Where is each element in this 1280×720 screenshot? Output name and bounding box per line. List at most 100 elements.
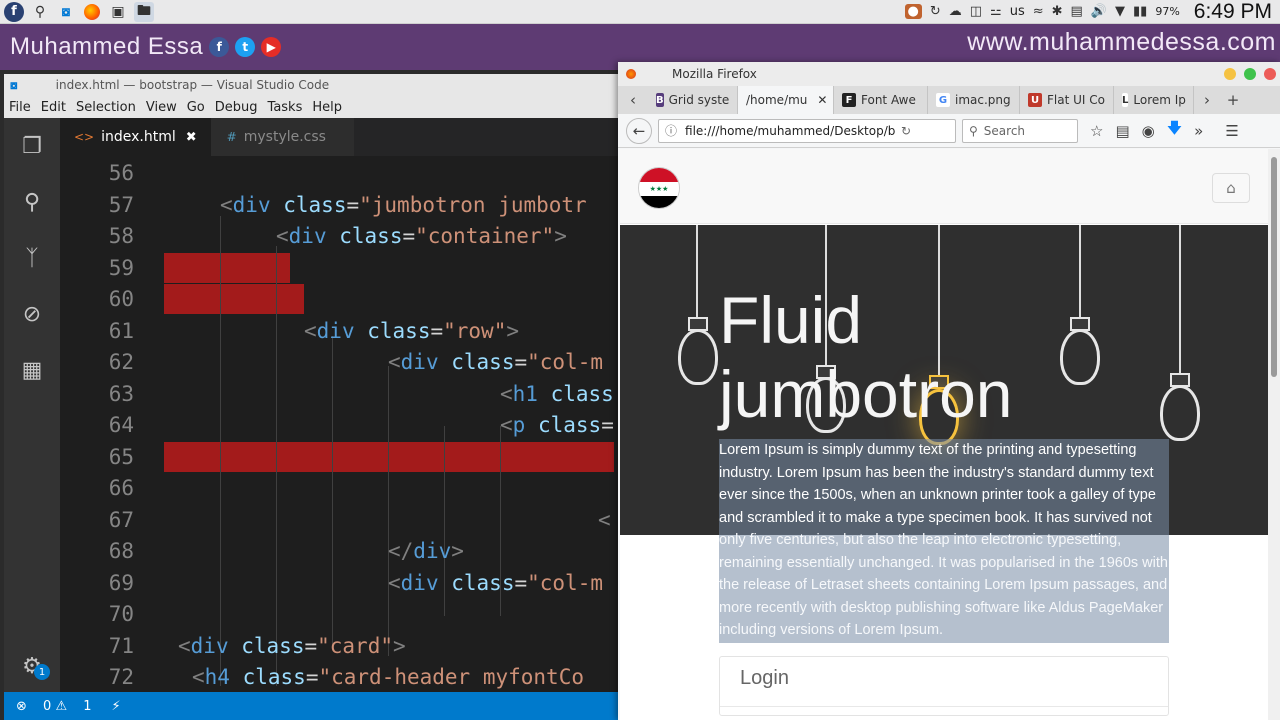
pocket-icon[interactable]: ◉	[1142, 122, 1155, 140]
update-icon[interactable]: ↻	[930, 4, 941, 19]
font-awesome-favicon-icon: F	[842, 93, 856, 107]
url-bar[interactable]: ⓘ file:///home/muhammed/Desktop/bo ↻	[658, 118, 956, 143]
tab-label: index.html	[101, 129, 176, 145]
search-icon[interactable]: ⚲	[30, 2, 50, 22]
source-control-icon[interactable]: ᛉ	[18, 244, 46, 272]
info-icon[interactable]: ⓘ	[665, 122, 677, 139]
system-top-bar: f ⚲ ⧇ ▣ 🖿 ● ↻ ☁ ◫ ⚍ us ≈ ✱ ▤ 🔊 ▼ ▮▮ 97% …	[0, 0, 1280, 24]
search-icon[interactable]: ⚲	[18, 188, 46, 216]
error-count[interactable]: ⊗ 0 ⚠ 1	[16, 699, 92, 714]
browser-tab-flat-ui[interactable]: U Flat UI Co	[1020, 86, 1114, 114]
menu-view[interactable]: View	[146, 100, 177, 115]
twitter-icon: t	[235, 37, 256, 57]
close-icon[interactable]: ✕	[817, 93, 827, 107]
library-icon[interactable]: ▤	[1115, 122, 1129, 140]
youtube-icon: ▶	[261, 37, 282, 57]
bookmark-star-icon[interactable]: ☆	[1090, 122, 1103, 140]
clock[interactable]: 6:49 PM	[1194, 0, 1272, 24]
css-file-icon: #	[226, 130, 237, 144]
file-manager-icon[interactable]: 🖿	[134, 1, 154, 22]
menu-debug[interactable]: Debug	[215, 100, 258, 115]
browser-tab-font-awesome[interactable]: F Font Awe	[834, 86, 928, 114]
tray-app-icon[interactable]: ●	[904, 4, 922, 19]
web-page: ★★★ ⌂ Fluid jumbotron Lorem Ipsum is sim…	[620, 149, 1268, 720]
code-line: 68 </div>	[108, 539, 464, 563]
menu-edit[interactable]: Edit	[41, 100, 66, 115]
banner-url: www.muhammedessa.com	[967, 28, 1276, 56]
code-line: 60	[108, 287, 134, 311]
vscode-menu-bar: File Edit Selection View Go Debug Tasks …	[4, 96, 618, 118]
tab-index-html[interactable]: <> index.html ✖	[60, 118, 211, 156]
firefox-window: Mozilla Firefox ‹ B Grid syste /home/mu …	[618, 62, 1280, 720]
download-icon[interactable]: 🡇	[1167, 118, 1182, 143]
lightning-icon[interactable]: ⚡	[112, 699, 121, 714]
jumbotron-text: Lorem Ipsum is simply dummy text of the …	[719, 439, 1169, 643]
close-button[interactable]	[1264, 68, 1276, 80]
back-icon[interactable]: ←	[626, 117, 652, 144]
menu-selection[interactable]: Selection	[76, 100, 136, 115]
tab-label: mystyle.css	[243, 129, 326, 145]
menu-file[interactable]: File	[9, 100, 31, 115]
home-icon: ⌂	[1226, 179, 1236, 197]
debug-icon[interactable]: ⊘	[18, 300, 46, 328]
vscode-window-title: index.html — bootstrap — Visual Studio C…	[55, 78, 330, 92]
overflow-icon[interactable]: »	[1194, 122, 1203, 140]
bootstrap-favicon-icon: B	[656, 93, 664, 107]
code-line: 62 <div class="col-m	[108, 350, 603, 374]
firefox-logo-icon	[626, 69, 636, 79]
code-line: 72 <h4 class="card-header myfontCo	[108, 665, 584, 689]
tab-mystyle-css[interactable]: # mystyle.css	[210, 118, 354, 156]
vscode-title-bar[interactable]: ⧇ index.html — bootstrap — Visual Studio…	[4, 74, 618, 96]
html-file-icon: <>	[74, 130, 95, 144]
iraq-flag-logo-icon[interactable]: ★★★	[638, 167, 680, 209]
menu-tasks[interactable]: Tasks	[268, 100, 303, 115]
explorer-icon[interactable]: ❐	[18, 132, 46, 160]
navigation-toolbar: ← ⓘ file:///home/muhammed/Desktop/bo ↻ ⚲…	[618, 114, 1280, 148]
keyboard-layout[interactable]: us	[1010, 4, 1025, 19]
vscode-logo-icon: ⧇	[10, 77, 18, 92]
code-editor[interactable]: 56 57 <div class="jumbotron jumbotr 58 <di…	[60, 156, 618, 692]
lock-icon[interactable]: ⚍	[990, 4, 1002, 19]
browser-tab-local-file[interactable]: /home/mu ✕	[738, 86, 834, 114]
menu-go[interactable]: Go	[187, 100, 205, 115]
code-line: 64 <p class=	[108, 413, 614, 437]
tab-scroll-left-icon[interactable]: ‹	[618, 87, 648, 113]
code-line: 66	[108, 476, 134, 500]
close-icon[interactable]: ✖	[186, 130, 197, 145]
new-tab-icon[interactable]: +	[1220, 87, 1246, 113]
chevron-down-icon[interactable]: ▼	[1115, 4, 1125, 19]
battery-percent: 97%	[1155, 5, 1180, 18]
browser-tab-lorem-ipsum[interactable]: L Lorem Ip	[1114, 86, 1194, 114]
browser-tab-imac-png[interactable]: G imac.png	[928, 86, 1020, 114]
notification-badge: 1	[34, 664, 50, 680]
home-button[interactable]: ⌂	[1212, 173, 1250, 203]
cloud-icon[interactable]: ☁	[949, 4, 962, 19]
login-card: Login	[719, 656, 1169, 716]
vscode-launcher-icon[interactable]: ⧇	[56, 2, 76, 22]
code-line: 58 <div class="container">	[108, 224, 567, 248]
firefox-launcher-icon[interactable]	[82, 2, 102, 22]
search-input[interactable]: ⚲ Search	[962, 118, 1078, 143]
tab-scroll-right-icon[interactable]: ›	[1194, 87, 1220, 113]
activity-bar: ❐ ⚲ ᛉ ⊘ ▦ ⚙ 1	[4, 118, 60, 692]
screen-recorder-icon[interactable]: ▣	[108, 2, 128, 22]
package-icon[interactable]: ◫	[970, 4, 982, 19]
status-bar: ⊗ 0 ⚠ 1 ⚡	[4, 692, 618, 720]
battery-icon[interactable]: ▮▮	[1133, 4, 1147, 19]
page-scrollbar[interactable]	[1268, 149, 1280, 720]
firefox-title-bar[interactable]: Mozilla Firefox	[618, 62, 1280, 86]
fedora-menu-icon[interactable]: f	[4, 1, 24, 22]
menu-help[interactable]: Help	[312, 100, 342, 115]
minimize-button[interactable]	[1224, 68, 1236, 80]
vscode-window: ⧇ index.html — bootstrap — Visual Studio…	[4, 74, 618, 720]
code-line: 56	[108, 161, 134, 185]
reload-icon[interactable]: ↻	[901, 124, 911, 138]
browser-tab-grid-system[interactable]: B Grid syste	[648, 86, 738, 114]
clipboard-icon[interactable]: ▤	[1071, 4, 1083, 19]
hamburger-menu-icon[interactable]: ☰	[1225, 122, 1238, 140]
volume-icon[interactable]: 🔊	[1091, 4, 1107, 19]
extensions-icon[interactable]: ▦	[18, 356, 46, 384]
bluetooth-icon[interactable]: ✱	[1052, 4, 1063, 19]
wifi-icon[interactable]: ≈	[1033, 4, 1044, 19]
maximize-button[interactable]	[1244, 68, 1256, 80]
